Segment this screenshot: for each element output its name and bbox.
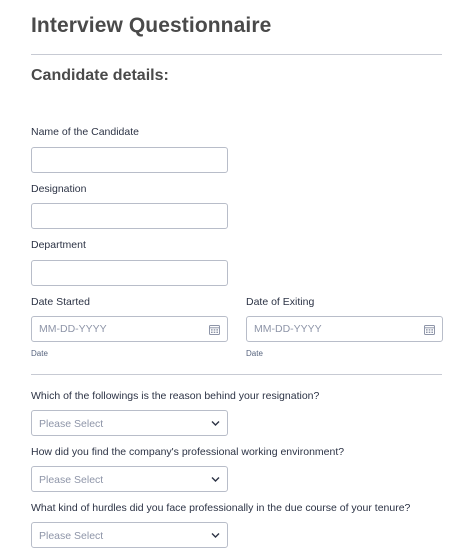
date-started-input[interactable] [32, 317, 202, 341]
select-value: Please Select [39, 474, 104, 486]
calendar-icon[interactable] [209, 324, 220, 335]
select-value: Please Select [39, 418, 104, 430]
designation-label: Designation [31, 183, 87, 195]
form-title: Interview Questionnaire [31, 14, 272, 37]
candidate-name-label: Name of the Candidate [31, 126, 139, 138]
chevron-down-icon [211, 533, 220, 538]
reason-select[interactable]: Please Select [31, 410, 228, 436]
department-label: Department [31, 239, 86, 251]
candidate-name-input[interactable] [31, 147, 228, 173]
section-divider [31, 374, 442, 375]
date-exiting-input[interactable] [247, 317, 417, 341]
date-exiting-field[interactable] [246, 316, 443, 342]
section-title: Candidate details: [31, 67, 169, 84]
date-started-sublabel: Date [31, 349, 48, 358]
date-exiting-label: Date of Exiting [246, 296, 315, 308]
hurdles-select[interactable]: Please Select [31, 522, 228, 548]
title-divider [31, 54, 442, 55]
calendar-icon[interactable] [424, 324, 435, 335]
select-value: Please Select [39, 530, 104, 542]
date-started-label: Date Started [31, 296, 90, 308]
question-label: Which of the followings is the reason be… [31, 390, 320, 402]
question-label: What kind of hurdles did you face profes… [31, 502, 411, 514]
date-started-field[interactable] [31, 316, 228, 342]
designation-input[interactable] [31, 203, 228, 229]
chevron-down-icon [211, 477, 220, 482]
date-exiting-sublabel: Date [246, 349, 263, 358]
question-label: How did you find the company's professio… [31, 446, 345, 458]
chevron-down-icon [211, 421, 220, 426]
department-input[interactable] [31, 260, 228, 286]
environment-select[interactable]: Please Select [31, 466, 228, 492]
